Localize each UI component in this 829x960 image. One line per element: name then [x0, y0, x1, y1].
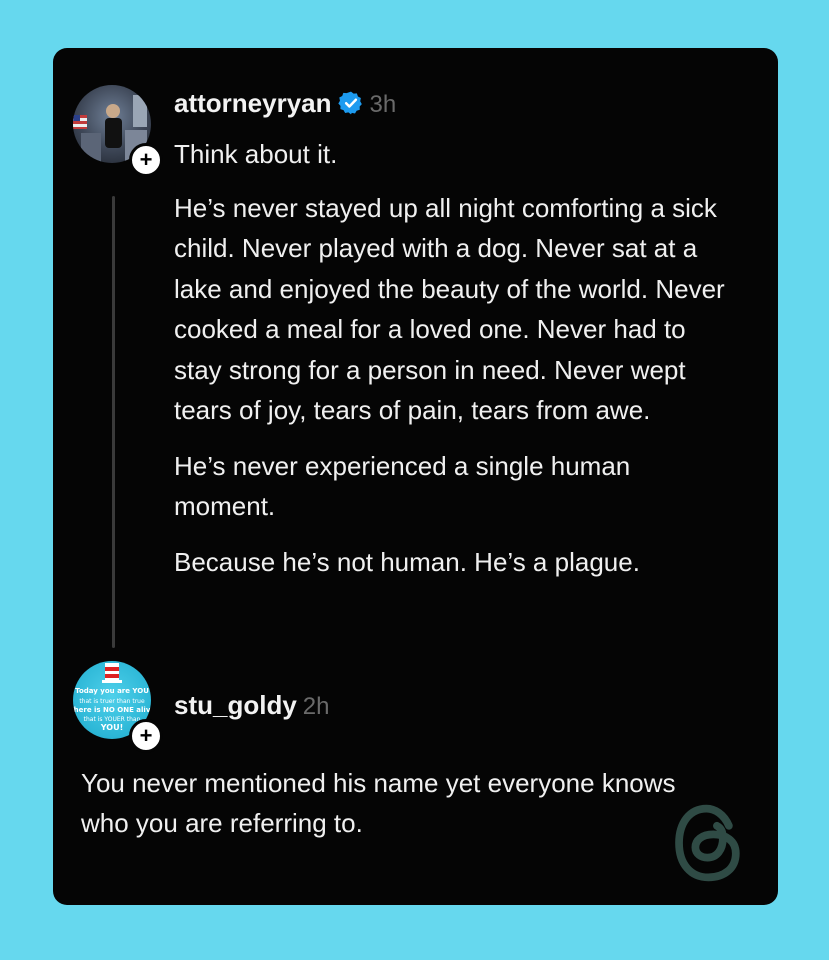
reply-username[interactable]: stu_goldy — [174, 690, 297, 720]
post-paragraph: Because he’s not human. He’s a plague. — [174, 546, 640, 577]
post-paragraph: He’s never stayed up all night comfortin… — [174, 192, 725, 426]
svg-text:There is NO ONE alive: There is NO ONE alive — [73, 706, 151, 714]
post-paragraph: He’s never experienced a single human mo… — [174, 450, 631, 522]
post-username[interactable]: attorneyryan — [174, 88, 332, 118]
post-author[interactable]: attorneyryan 3h — [174, 88, 396, 119]
reply-author[interactable]: stu_goldy 2h — [174, 690, 330, 721]
svg-text:Today you are YOU: Today you are YOU — [75, 687, 149, 695]
verified-badge-icon — [337, 91, 362, 115]
threads-logo-icon — [675, 804, 740, 882]
svg-text:that is YOUER than: that is YOUER than — [84, 716, 141, 723]
reply-timestamp: 2h — [302, 693, 330, 720]
thread-connector-line — [112, 196, 115, 648]
follow-plus-icon[interactable]: + — [129, 719, 163, 753]
post-body: Think about it. He’s never stayed up all… — [174, 134, 734, 597]
reply-body: You never mentioned his name yet everyon… — [81, 768, 676, 838]
svg-text:YOU!: YOU! — [100, 723, 123, 732]
follow-plus-icon[interactable]: + — [129, 143, 163, 177]
threads-card: + attorneyryan 3h Think about it. He’s n… — [53, 48, 778, 905]
post-paragraph: Think about it. — [174, 139, 338, 169]
svg-text:that is truer than true: that is truer than true — [79, 698, 145, 705]
post-timestamp: 3h — [369, 91, 397, 118]
